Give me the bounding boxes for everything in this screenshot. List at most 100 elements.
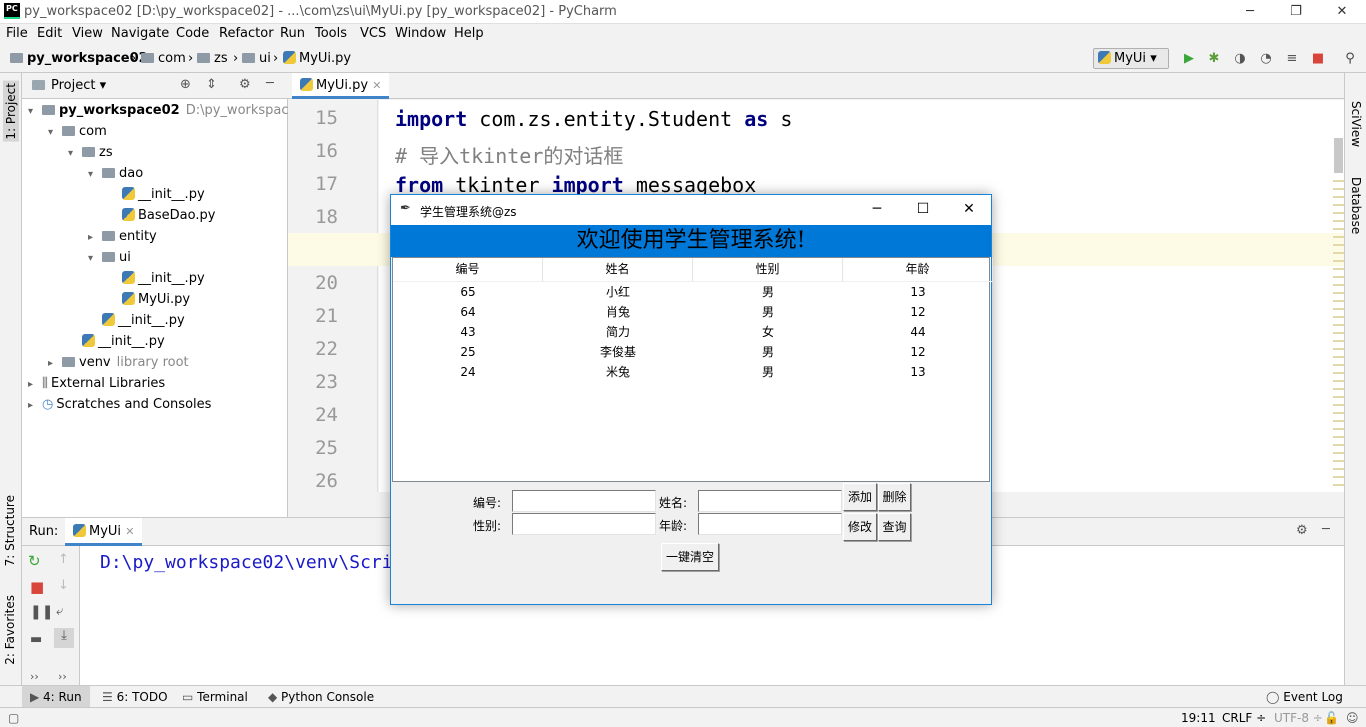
more-icon[interactable]: ›› [30,670,39,683]
tree-item[interactable]: __init__.py [88,310,185,331]
up-arrow-icon[interactable]: ↑ [58,552,69,567]
menu-navigate[interactable]: Navigate [111,26,169,41]
scroll-to-end-icon[interactable]: ⤓ [54,628,74,648]
lock-icon[interactable]: 🔓 [1324,711,1339,725]
stripe-mark[interactable] [1333,356,1344,358]
tab-run[interactable]: ▶ 4: Run [22,686,90,708]
stripe-mark[interactable] [1333,476,1344,478]
tab-terminal[interactable]: ▭ Terminal [182,690,248,704]
stripe-mark[interactable] [1333,284,1344,286]
restore-button[interactable]: ❐ [1273,0,1319,24]
student-table[interactable]: 编号 姓名 性别 年龄 65 小红男 13 64 肖兔男 12 43 简力女 44 25 李俊基男 12 24 米… [392,257,993,482]
menu-help[interactable]: Help [454,26,484,41]
table-row[interactable]: 65 小红 男 13 [393,282,989,302]
project-view-select[interactable]: Project ▾ [51,78,106,93]
stripe-mark[interactable] [1333,212,1344,214]
stripe-mark[interactable] [1333,188,1344,190]
run-configuration-select[interactable]: MyUi ▾ [1093,48,1169,69]
menu-tools[interactable]: Tools [315,26,347,41]
breadcrumb-com[interactable]: com [141,51,186,66]
chevron-right-icon[interactable]: ▸ [28,374,42,395]
profile-icon[interactable]: ◔ [1258,51,1274,67]
concurrency-icon[interactable]: ≡ [1284,51,1300,67]
breadcrumb-ui[interactable]: ui [242,51,271,66]
column-header[interactable]: 性别 [693,258,843,282]
stripe-mark[interactable] [1333,180,1344,182]
tab-structure[interactable]: 7: Structure [3,495,17,566]
tree-item[interactable]: ▸ ◷ Scratches and Consoles [28,394,211,415]
stripe-mark[interactable] [1333,372,1344,374]
stripe-mark[interactable] [1333,196,1344,198]
tree-item[interactable]: ▸ venv library root [48,352,189,373]
column-header[interactable]: 年龄 [843,258,993,282]
stripe-mark[interactable] [1333,220,1344,222]
stop-icon[interactable]: ■ [30,578,44,596]
table-row[interactable]: 25 李俊基 男 12 [393,342,989,362]
stripe-mark[interactable] [1333,316,1344,318]
stripe-mark[interactable] [1333,244,1344,246]
tree-item[interactable]: ▾ py_workspace02 D:\py_workspace02 [28,100,313,121]
tree-item[interactable]: ▾ ui [88,247,131,268]
locate-icon[interactable]: ⊕ [180,77,191,92]
stripe-mark[interactable] [1333,428,1344,430]
tab-todo[interactable]: ☰ 6: TODO [102,690,168,704]
rerun-icon[interactable]: ↻ [28,552,41,570]
stripe-mark[interactable] [1333,252,1344,254]
coverage-icon[interactable]: ◑ [1232,51,1248,67]
tk-close-button[interactable]: ✕ [946,195,992,225]
menu-file[interactable]: File [6,26,28,41]
age-input[interactable] [698,513,842,535]
more-icon[interactable]: ›› [58,670,67,683]
close-tab-icon[interactable]: ✕ [372,79,381,92]
clear-all-button[interactable]: 一键清空 [661,543,719,571]
stripe-mark[interactable] [1333,236,1344,238]
stripe-mark[interactable] [1333,388,1344,390]
stripe-mark[interactable] [1333,324,1344,326]
tree-item[interactable]: ▸ entity [88,226,157,247]
close-tab-icon[interactable]: ✕ [125,525,134,538]
toggle-tool-windows-icon[interactable]: ▢ [8,711,19,725]
chevron-right-icon[interactable]: ▸ [88,227,102,248]
menu-vcs[interactable]: VCS [360,26,386,41]
delete-button[interactable]: 删除 [878,483,911,511]
close-button[interactable]: ✕ [1319,0,1365,24]
table-row[interactable]: 43 简力 女 44 [393,322,989,342]
chevron-right-icon[interactable]: ▸ [28,395,42,416]
stripe-mark[interactable] [1333,276,1344,278]
stripe-mark[interactable] [1333,300,1344,302]
stripe-mark[interactable] [1333,412,1344,414]
console-output[interactable]: D:\py_workspace02\venv\Scri [100,552,393,573]
stripe-mark[interactable] [1333,308,1344,310]
column-header[interactable]: 编号 [393,258,543,282]
tab-project[interactable]: 1: Project [3,81,19,142]
tk-maximize-button[interactable]: ☐ [900,195,946,225]
stripe-mark[interactable] [1333,340,1344,342]
gear-icon[interactable]: ⚙ [239,77,251,92]
hide-panel-icon[interactable]: ─ [266,76,274,91]
menu-code[interactable]: Code [176,26,209,41]
stripe-mark[interactable] [1333,292,1344,294]
stripe-mark[interactable] [1333,380,1344,382]
chevron-right-icon[interactable]: ▸ [48,353,62,374]
tab-python-console[interactable]: ◆ Python Console [268,690,374,704]
tree-item[interactable]: BaseDao.py [108,205,215,226]
stripe-mark[interactable] [1333,228,1344,230]
menu-edit[interactable]: Edit [37,26,62,41]
stripe-mark[interactable] [1333,468,1344,470]
name-input[interactable] [698,490,842,512]
stripe-mark[interactable] [1333,348,1344,350]
layout-icon[interactable]: ▬ [30,632,42,647]
tree-item[interactable]: ▾ com [48,121,107,142]
stripe-mark[interactable] [1333,452,1344,454]
column-header[interactable]: 姓名 [543,258,693,282]
tree-item[interactable]: ▸ ⫼ External Libraries [28,373,165,394]
modify-button[interactable]: 修改 [843,513,877,541]
add-button[interactable]: 添加 [843,483,877,511]
stripe-mark[interactable] [1333,204,1344,206]
id-input[interactable] [512,490,656,512]
caret-position[interactable]: 19:11 [1181,711,1216,725]
tree-item[interactable]: ▾ zs [68,142,113,163]
stripe-mark[interactable] [1333,268,1344,270]
stop-icon[interactable]: ■ [1310,51,1326,67]
tree-item[interactable]: __init__.py [108,268,205,289]
